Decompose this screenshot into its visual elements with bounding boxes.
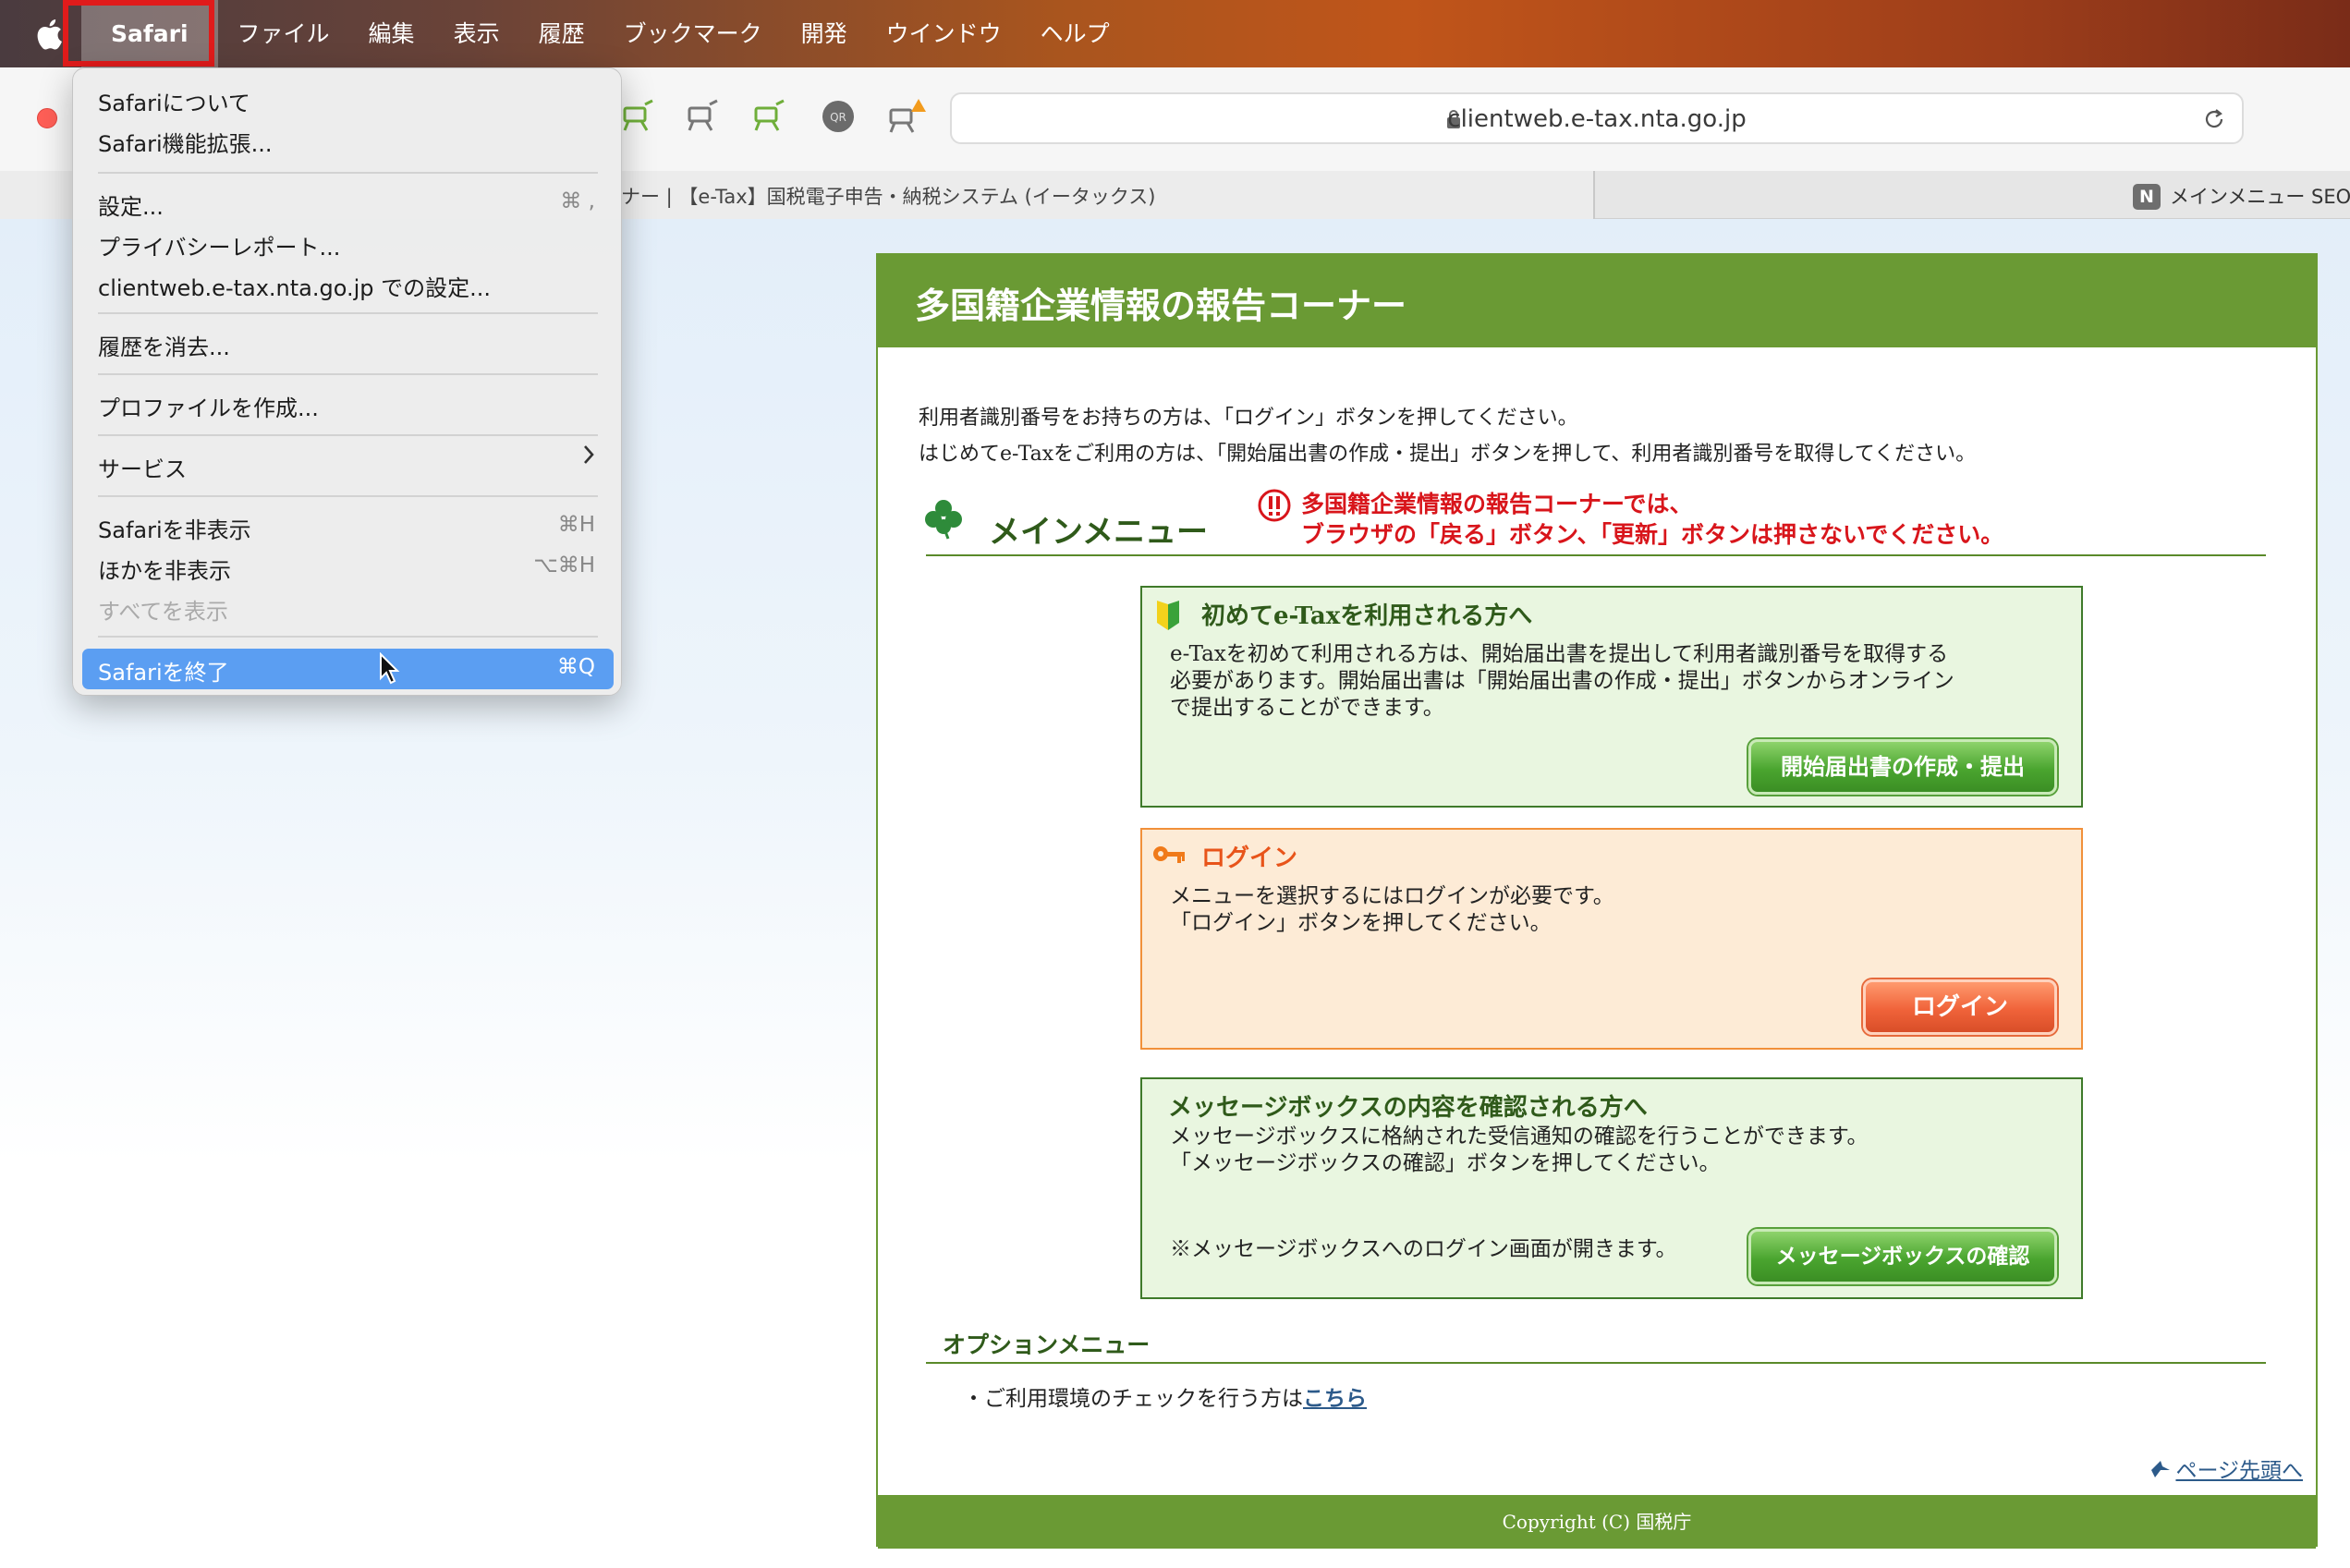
safari-menu-dropdown: Safariについて Safari機能拡張... 設定... ⌘ , プライバシ…	[72, 67, 622, 696]
main-menu-heading: メインメニュー	[989, 514, 1208, 551]
box-text: メッセージボックスに格納された受信通知の確認を行うことができます。	[1170, 1124, 1869, 1149]
option-text: ・ご利用環境のチェックを行う方は	[963, 1387, 1303, 1411]
box-text: メニューを選択するにはログインが必要です。	[1170, 884, 1614, 908]
menu-separator	[98, 434, 598, 436]
notion-icon: N	[2133, 184, 2161, 210]
address-bar[interactable]: clientweb.e-tax.nta.go.jp	[950, 92, 2244, 144]
page-top-icon	[2149, 1459, 2172, 1479]
menu-edit[interactable]: 編集	[349, 0, 434, 67]
environment-check-link[interactable]: こちら	[1303, 1386, 1367, 1411]
close-window-button[interactable]	[37, 108, 57, 128]
etax-extension-icon[interactable]	[619, 99, 658, 134]
menu-item-quit[interactable]: Safariを終了	[98, 654, 229, 687]
menu-safari[interactable]: Safari	[81, 0, 218, 67]
start-application-button[interactable]: 開始届出書の作成・提出	[1748, 739, 2057, 795]
menu-item-services[interactable]: サービス	[98, 451, 187, 483]
divider	[926, 1362, 2266, 1364]
url-text: clientweb.e-tax.nta.go.jp	[1447, 105, 1747, 133]
shortcut-label: ⌘H	[557, 513, 595, 537]
menu-item-privacy-report[interactable]: プライバシーレポート...	[98, 229, 340, 261]
message-box-button[interactable]: メッセージボックスの確認	[1748, 1229, 2057, 1284]
key-icon	[1151, 843, 1188, 870]
intro-text: 利用者識別番号をお持ちの方は、「ログイン」ボタンを押してください。	[919, 407, 1578, 430]
qr-icon[interactable]: QR	[819, 99, 858, 134]
box-text: 必要があります。開始届出書は「開始届出書の作成・提出」ボタンからオンライン	[1170, 669, 1954, 693]
menu-bar: Safari ファイル 編集 表示 履歴 ブックマーク 開発 ウインドウ ヘルプ	[0, 0, 2350, 67]
box-title: ログイン	[1201, 845, 1298, 872]
box-text: 「ログイン」ボタンを押してください。	[1170, 911, 1552, 935]
footer: Copyright (C) 国税庁	[878, 1495, 2316, 1549]
menu-separator	[98, 636, 598, 638]
login-box: ログイン メニューを選択するにはログインが必要です。 「ログイン」ボタンを押して…	[1140, 828, 2083, 1050]
first-time-box: 初めてe-Taxを利用される方へ e-Taxを初めて利用される方は、開始届出書を…	[1140, 586, 2083, 808]
box-title: メッセージボックスの内容を確認される方へ	[1168, 1094, 1648, 1122]
menu-window[interactable]: ウインドウ	[867, 0, 1021, 67]
menu-separator	[98, 172, 598, 174]
menu-history[interactable]: 履歴	[519, 0, 604, 67]
cursor-icon	[379, 651, 401, 686]
option-menu-heading: オプションメニュー	[943, 1331, 1151, 1358]
warning-text: 多国籍企業情報の報告コーナーでは、	[1301, 491, 1693, 517]
page-title: 多国籍企業情報の報告コーナー	[915, 285, 1407, 326]
shortcut-label: ⌘Q	[556, 655, 595, 679]
menu-separator	[98, 312, 598, 314]
etax-alert-icon[interactable]	[887, 99, 926, 134]
shortcut-label: ⌘ ,	[560, 189, 595, 213]
menu-item-clear-history[interactable]: 履歴を消去...	[98, 329, 230, 361]
box-text: e-Taxを初めて利用される方は、開始届出書を提出して利用者識別番号を取得する	[1170, 642, 1949, 666]
menu-help[interactable]: ヘルプ	[1021, 0, 1129, 67]
panel-header: 多国籍企業情報の報告コーナー	[878, 255, 2316, 347]
login-button[interactable]: ログイン	[1863, 979, 2057, 1035]
menu-item-hide-safari[interactable]: Safariを非表示	[98, 512, 251, 544]
beginner-mark-icon	[1155, 599, 1181, 632]
menu-item-site-settings[interactable]: clientweb.e-tax.nta.go.jp での設定...	[98, 270, 491, 302]
chevron-right-icon	[582, 444, 595, 466]
menu-item-settings[interactable]: 設定...	[98, 188, 164, 221]
reload-icon[interactable]	[2201, 106, 2227, 132]
svg-text:QR: QR	[830, 111, 846, 124]
tab-main-menu[interactable]: メインメニュー SEO	[2170, 182, 2350, 210]
menu-separator	[98, 373, 598, 375]
box-text: で提出することができます。	[1170, 696, 1444, 720]
warning-text: ブラウザの「戻る」ボタン、「更新」ボタンは押さないでください。	[1301, 521, 2004, 548]
message-box-section: メッセージボックスの内容を確認される方へ メッセージボックスに格納された受信通知…	[1140, 1077, 2083, 1299]
shortcut-label: ⌥⌘H	[533, 553, 595, 577]
menu-develop[interactable]: 開発	[782, 0, 867, 67]
box-text: 「メッセージボックスの確認」ボタンを押してください。	[1170, 1151, 1721, 1175]
menu-item-hide-others[interactable]: ほかを非表示	[98, 553, 231, 585]
menu-item-create-profile[interactable]: プロファイルを作成...	[98, 390, 319, 422]
etax-extension-icon[interactable]	[684, 99, 723, 134]
menu-separator	[98, 495, 598, 497]
divider	[926, 554, 2266, 556]
page-top-label: ページ先頭へ	[2175, 1459, 2303, 1483]
box-note: ※メッセージボックスへのログイン画面が開きます。	[1170, 1237, 1677, 1261]
menu-item-show-all: すべてを表示	[98, 599, 228, 625]
etax-extension-icon[interactable]	[750, 99, 789, 134]
tab-label: ナー | 【e-Tax】国税電子申告・納税システム (イータックス)	[621, 186, 1156, 208]
menu-item-about[interactable]: Safariについて	[98, 85, 250, 117]
warning-icon	[1257, 488, 1292, 523]
apple-icon[interactable]	[26, 0, 72, 67]
option-item: ・ご利用環境のチェックを行う方はこちら	[963, 1380, 1367, 1412]
menu-item-extensions[interactable]: Safari機能拡張...	[98, 126, 273, 158]
menu-view[interactable]: 表示	[434, 0, 519, 67]
box-title: 初めてe-Taxを利用される方へ	[1201, 602, 1533, 630]
menu-bookmarks[interactable]: ブックマーク	[604, 0, 782, 67]
main-panel: 多国籍企業情報の報告コーナー 利用者識別番号をお持ちの方は、「ログイン」ボタンを…	[876, 253, 2318, 1549]
page-top-link[interactable]: ページ先頭へ	[2149, 1453, 2303, 1484]
clover-icon	[922, 497, 965, 540]
intro-text: はじめてe-Taxをご利用の方は、「開始届出書の作成・提出」ボタンを押して、利用…	[919, 443, 1977, 466]
menu-file[interactable]: ファイル	[218, 0, 349, 67]
